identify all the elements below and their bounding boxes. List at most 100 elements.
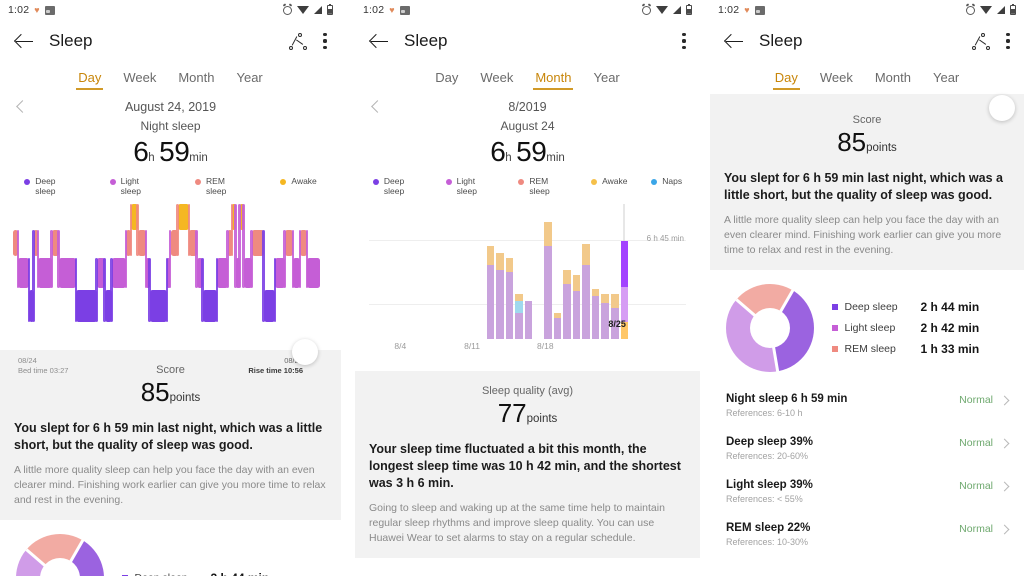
bar-column[interactable] bbox=[496, 208, 504, 339]
row-reference: References: 20-60% bbox=[726, 451, 809, 461]
bar-column[interactable] bbox=[563, 208, 571, 339]
bar-column[interactable] bbox=[534, 208, 542, 339]
bar-segment bbox=[582, 243, 590, 266]
tab-day[interactable]: Day bbox=[435, 70, 458, 90]
image-icon bbox=[754, 5, 765, 15]
bar-column[interactable] bbox=[524, 208, 533, 339]
tab-week[interactable]: Week bbox=[480, 70, 513, 90]
legend-bullet-icon bbox=[445, 179, 452, 185]
battery-icon bbox=[686, 3, 692, 15]
tab-day[interactable]: Day bbox=[772, 70, 800, 90]
kebab-menu-icon[interactable] bbox=[1006, 33, 1010, 49]
legend-label: Light sleep bbox=[456, 176, 477, 196]
bar-column[interactable] bbox=[468, 208, 476, 339]
bar-column[interactable] bbox=[477, 208, 485, 339]
status-badge: Normal bbox=[959, 480, 993, 492]
bar-segment bbox=[582, 265, 590, 339]
bar-segment bbox=[553, 317, 562, 339]
bar-column[interactable] bbox=[410, 208, 418, 339]
heart-icon: ♥ bbox=[744, 4, 750, 15]
bar-column[interactable] bbox=[572, 208, 581, 339]
tab-week[interactable]: Week bbox=[123, 70, 156, 90]
legend-bullet-icon bbox=[832, 325, 838, 331]
status-badge: Normal bbox=[959, 437, 993, 449]
score-unit: points bbox=[866, 142, 897, 154]
bar-segment bbox=[515, 312, 523, 339]
page-title: Sleep bbox=[49, 31, 93, 50]
signal-icon bbox=[314, 6, 322, 14]
breakdown-row-light-sleep: Light sleep 2 h 42 min bbox=[832, 321, 1008, 335]
chevron-right-icon bbox=[999, 438, 1010, 449]
tab-month[interactable]: Month bbox=[178, 70, 214, 90]
tab-year[interactable]: Year bbox=[593, 70, 619, 90]
bar-segment bbox=[486, 265, 495, 339]
legend-bullet-icon bbox=[372, 179, 379, 185]
hypnogram-transition bbox=[74, 258, 78, 322]
score-unit: points bbox=[169, 392, 201, 404]
share-icon[interactable] bbox=[971, 32, 990, 51]
bar-column[interactable] bbox=[458, 208, 466, 339]
hypnogram-plot-area bbox=[10, 200, 331, 350]
breakdown-legend: Deep sleep 2 h 44 min bbox=[122, 564, 325, 576]
kebab-menu-icon[interactable] bbox=[682, 33, 686, 49]
bar-column[interactable] bbox=[391, 208, 399, 339]
bar-column[interactable] bbox=[515, 208, 523, 339]
legend-item-awake: Awake bbox=[280, 176, 317, 196]
legend-label: Awake bbox=[291, 176, 317, 186]
list-item-light-sleep[interactable]: Light sleep 39% References: < 55% Normal bbox=[726, 470, 1010, 513]
share-icon[interactable] bbox=[288, 32, 307, 51]
legend-item-light-sleep: Light sleep bbox=[445, 176, 495, 196]
hypnogram-transition bbox=[201, 258, 204, 322]
kebab-menu-icon[interactable] bbox=[323, 33, 327, 49]
bar-column[interactable] bbox=[486, 208, 495, 339]
page-title: Sleep bbox=[404, 31, 448, 50]
bar-column[interactable] bbox=[591, 208, 600, 339]
list-item-deep-sleep[interactable]: Deep sleep 39% References: 20-60% Normal bbox=[726, 427, 1010, 470]
bar-column[interactable] bbox=[401, 208, 409, 339]
bar-column[interactable] bbox=[544, 208, 552, 339]
bar-column[interactable] bbox=[429, 208, 437, 339]
bar-column[interactable] bbox=[505, 208, 514, 339]
phone-screen-day-detail: 1:02 ♥ Sleep Day Week Month Year August … bbox=[0, 0, 341, 576]
bar-segment bbox=[591, 296, 600, 339]
legend-label: Light sleep bbox=[120, 176, 141, 196]
app-bar: Sleep bbox=[710, 20, 1024, 62]
bar-column[interactable] bbox=[420, 208, 428, 339]
bar-column[interactable] bbox=[448, 208, 456, 339]
legend-label: Deep sleep bbox=[383, 176, 405, 196]
panel-divider bbox=[341, 0, 355, 576]
bar-segment bbox=[496, 253, 504, 270]
x-axis-selected-label: 8/25 bbox=[608, 319, 626, 329]
list-item-rem-sleep[interactable]: REM sleep 22% References: 10-30% Normal bbox=[726, 513, 1010, 556]
back-arrow-icon[interactable] bbox=[724, 30, 746, 52]
scroll-handle[interactable] bbox=[292, 339, 318, 365]
tab-month[interactable]: Month bbox=[533, 70, 574, 90]
tab-year[interactable]: Year bbox=[933, 70, 959, 90]
tab-week[interactable]: Week bbox=[820, 70, 853, 90]
tab-month[interactable]: Month bbox=[875, 70, 911, 90]
bed-time-date: 08/24 bbox=[18, 356, 37, 365]
bar-column[interactable] bbox=[553, 208, 562, 339]
duration-hours-unit: h bbox=[148, 152, 155, 164]
hypnogram-transition bbox=[283, 230, 286, 288]
back-arrow-icon[interactable] bbox=[369, 30, 391, 52]
tab-year[interactable]: Year bbox=[236, 70, 262, 90]
x-axis-label: 8/11 bbox=[464, 341, 481, 351]
bar-chart-plot-area bbox=[391, 204, 629, 339]
legend-label: REM sleep bbox=[206, 176, 227, 196]
tab-day[interactable]: Day bbox=[76, 70, 104, 90]
bar-segment bbox=[620, 241, 629, 287]
score-header: Score 85points bbox=[724, 114, 1010, 158]
back-arrow-icon[interactable] bbox=[14, 30, 36, 52]
bar-column[interactable] bbox=[582, 208, 590, 339]
bar-segment bbox=[572, 291, 581, 339]
list-item-night-sleep[interactable]: Night sleep 6 h 59 min References: 6-10 … bbox=[726, 384, 1010, 427]
legend-item-rem-sleep: REM sleep bbox=[195, 176, 244, 196]
legend-item-rem-sleep: REM sleep bbox=[518, 176, 567, 196]
bar-column[interactable] bbox=[439, 208, 447, 339]
duration-minutes-unit: min bbox=[189, 152, 208, 164]
bar-segment bbox=[563, 269, 571, 285]
row-reference: References: 10-30% bbox=[726, 537, 809, 547]
scroll-handle[interactable] bbox=[989, 95, 1015, 121]
hypnogram-transition bbox=[226, 230, 229, 288]
